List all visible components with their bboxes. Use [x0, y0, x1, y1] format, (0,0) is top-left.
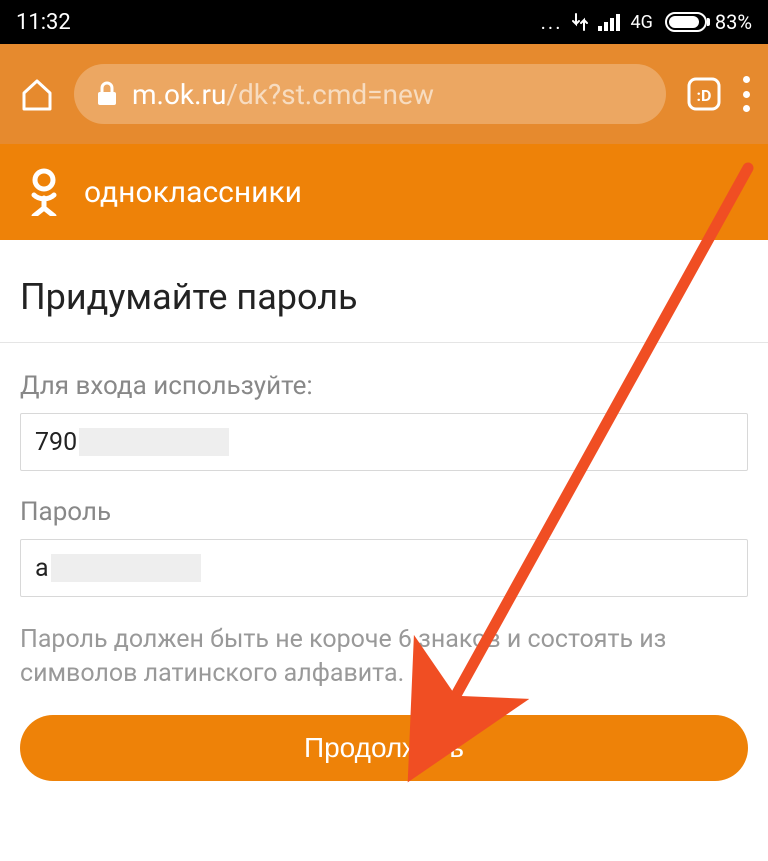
status-right: ... 4G 83%	[541, 10, 752, 34]
login-value: 790	[35, 428, 77, 457]
battery-percent: 83%	[715, 10, 752, 34]
status-dots: ...	[541, 10, 563, 34]
browser-toolbar: m.ok.ru/dk?st.cmd=new :D	[0, 44, 768, 144]
login-field[interactable]: 790	[20, 413, 748, 471]
signal-icon	[598, 13, 622, 31]
redacted-block	[51, 554, 201, 582]
home-icon[interactable]	[18, 75, 56, 113]
password-value: a	[35, 554, 49, 583]
password-label: Пароль	[20, 497, 748, 527]
form-section: Для входа используйте: 790 Пароль a Паро…	[0, 343, 768, 691]
redacted-block	[79, 428, 229, 456]
status-bar: 11:32 ... 4G 83%	[0, 0, 768, 44]
login-label: Для входа используйте:	[20, 371, 748, 401]
ok-logo-icon[interactable]	[26, 168, 62, 216]
site-header: одноклассники	[0, 144, 768, 240]
password-hint: Пароль должен быть не короче 6 знаков и …	[20, 623, 748, 691]
password-field[interactable]: a	[20, 539, 748, 597]
tabs-icon[interactable]: :D	[684, 74, 724, 114]
battery-icon	[665, 12, 707, 32]
svg-text::D: :D	[697, 86, 712, 105]
continue-button[interactable]: Продолжить	[20, 715, 748, 781]
network-type: 4G	[630, 12, 652, 33]
address-bar[interactable]: m.ok.ru/dk?st.cmd=new	[74, 64, 666, 124]
data-sync-icon	[570, 12, 590, 32]
site-title: одноклассники	[84, 175, 302, 210]
url-text: m.ok.ru/dk?st.cmd=new	[132, 78, 434, 111]
page-title: Придумайте пароль	[0, 276, 768, 343]
status-time: 11:32	[16, 10, 71, 35]
url-path: /dk?st.cmd=new	[226, 78, 433, 111]
url-host: m.ok.ru	[132, 78, 226, 111]
more-icon[interactable]	[742, 76, 750, 112]
content: Придумайте пароль Для входа используйте:…	[0, 240, 768, 781]
lock-icon	[96, 81, 118, 107]
